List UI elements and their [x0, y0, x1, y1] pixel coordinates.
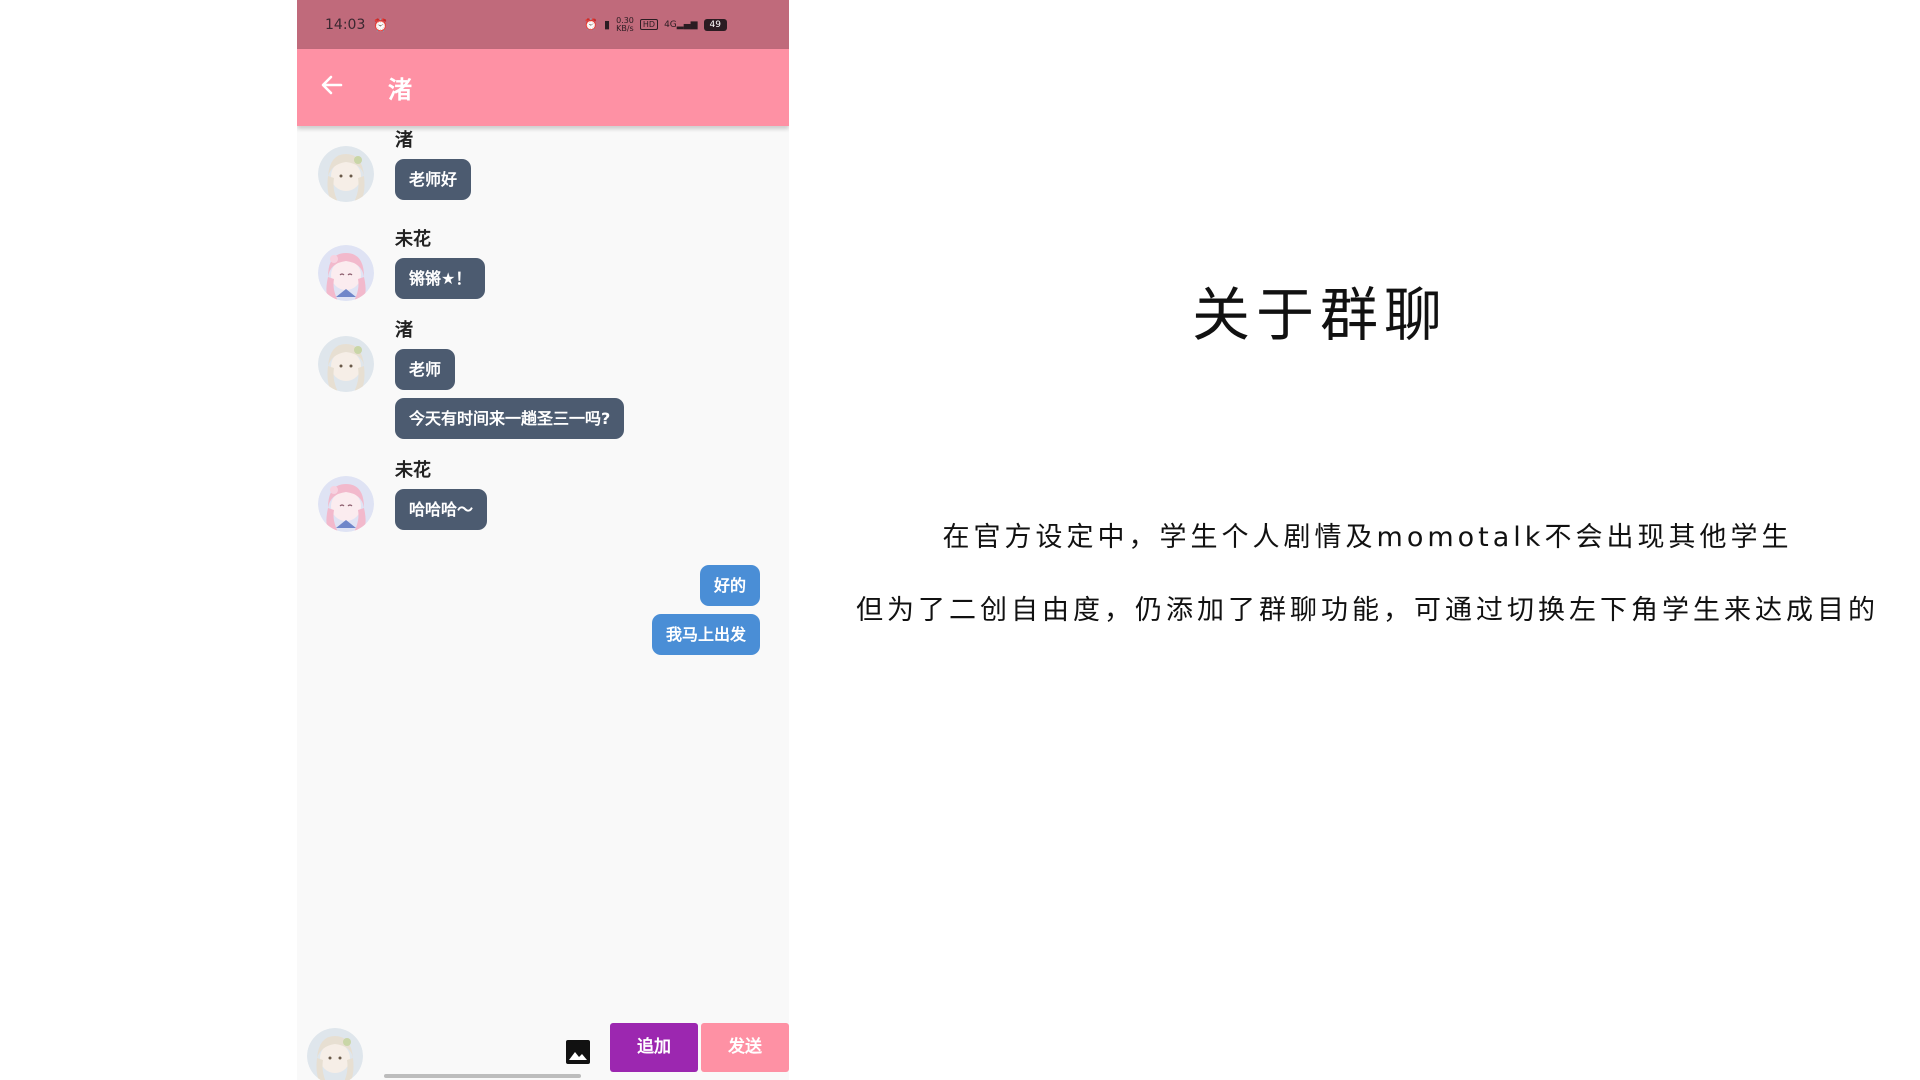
vibrate-icon: ▮: [604, 18, 611, 31]
network-speed: 0.30 KB/s: [616, 15, 634, 33]
back-arrow-icon[interactable]: [319, 72, 349, 104]
chat-title: 渚: [388, 76, 412, 104]
sender-name: 渚: [395, 130, 413, 151]
sender-name: 未花: [395, 229, 431, 250]
slide-line-2: 但为了二创自由度，仍添加了群聊功能，可通过切换左下角学生来达成目的: [856, 595, 1879, 626]
avatar[interactable]: [318, 245, 374, 301]
phone-screen: 14:03 ⏰ ⏰ ▮ 0.30 KB/s HD 4G▂▄▆ 49 渚 渚 老师…: [297, 0, 789, 1080]
message-bubble[interactable]: 哈哈哈～: [395, 489, 488, 530]
avatar[interactable]: [318, 476, 374, 532]
image-icon[interactable]: [565, 1039, 591, 1065]
navigation-indicator: [384, 1074, 581, 1078]
avatar[interactable]: [318, 146, 374, 202]
sender-name: 未花: [395, 460, 431, 481]
sender-name: 渚: [395, 320, 413, 341]
battery-icon: 49: [703, 18, 727, 31]
mika-avatar-icon: [318, 245, 374, 301]
my-message-bubble[interactable]: 我马上出发: [651, 614, 760, 655]
message-bubble[interactable]: 锵锵★！: [395, 258, 486, 299]
message-bubble[interactable]: 老师: [395, 349, 456, 390]
status-time: 14:03: [325, 16, 366, 33]
nagisa-avatar-icon: [307, 1028, 363, 1080]
image-svg: [566, 1040, 590, 1064]
status-bar: 14:03 ⏰ ⏰ ▮ 0.30 KB/s HD 4G▂▄▆ 49: [297, 0, 789, 49]
status-icons: ⏰ ▮ 0.30 KB/s HD 4G▂▄▆ 49: [584, 15, 727, 33]
send-button[interactable]: 发送: [701, 1023, 789, 1072]
back-arrow-svg: [321, 75, 343, 94]
alarm-clock-icon: ⏰: [584, 18, 599, 31]
signal-label: 4G: [664, 19, 677, 30]
alarm-icon: ⏰: [373, 17, 389, 32]
avatar[interactable]: [318, 336, 374, 392]
add-button[interactable]: 追加: [610, 1023, 698, 1072]
chat-list[interactable]: 渚 老师好 未花 锵锵★！ 渚 老师 今天有时间来一趟圣三一吗? 未花 哈哈哈～…: [297, 126, 789, 1020]
mika-avatar-icon: [318, 476, 374, 532]
slide-line-1: 在官方设定中，学生个人剧情及momotalk不会出现其他学生: [942, 522, 1793, 553]
app-bar: 渚: [297, 49, 789, 126]
message-bubble[interactable]: 老师好: [395, 159, 472, 200]
message-bubble[interactable]: 今天有时间来一趟圣三一吗?: [395, 398, 625, 439]
signal-icon: 4G▂▄▆: [664, 19, 698, 30]
input-bar: 追加 发送: [297, 1020, 789, 1080]
my-message-bubble[interactable]: 好的: [699, 565, 760, 606]
hd-icon: HD: [639, 19, 659, 30]
nagisa-avatar-icon: [318, 146, 374, 202]
current-student-avatar[interactable]: [307, 1028, 363, 1080]
nagisa-avatar-icon: [318, 336, 374, 392]
slide-headline: 关于群聊: [1191, 281, 1448, 349]
